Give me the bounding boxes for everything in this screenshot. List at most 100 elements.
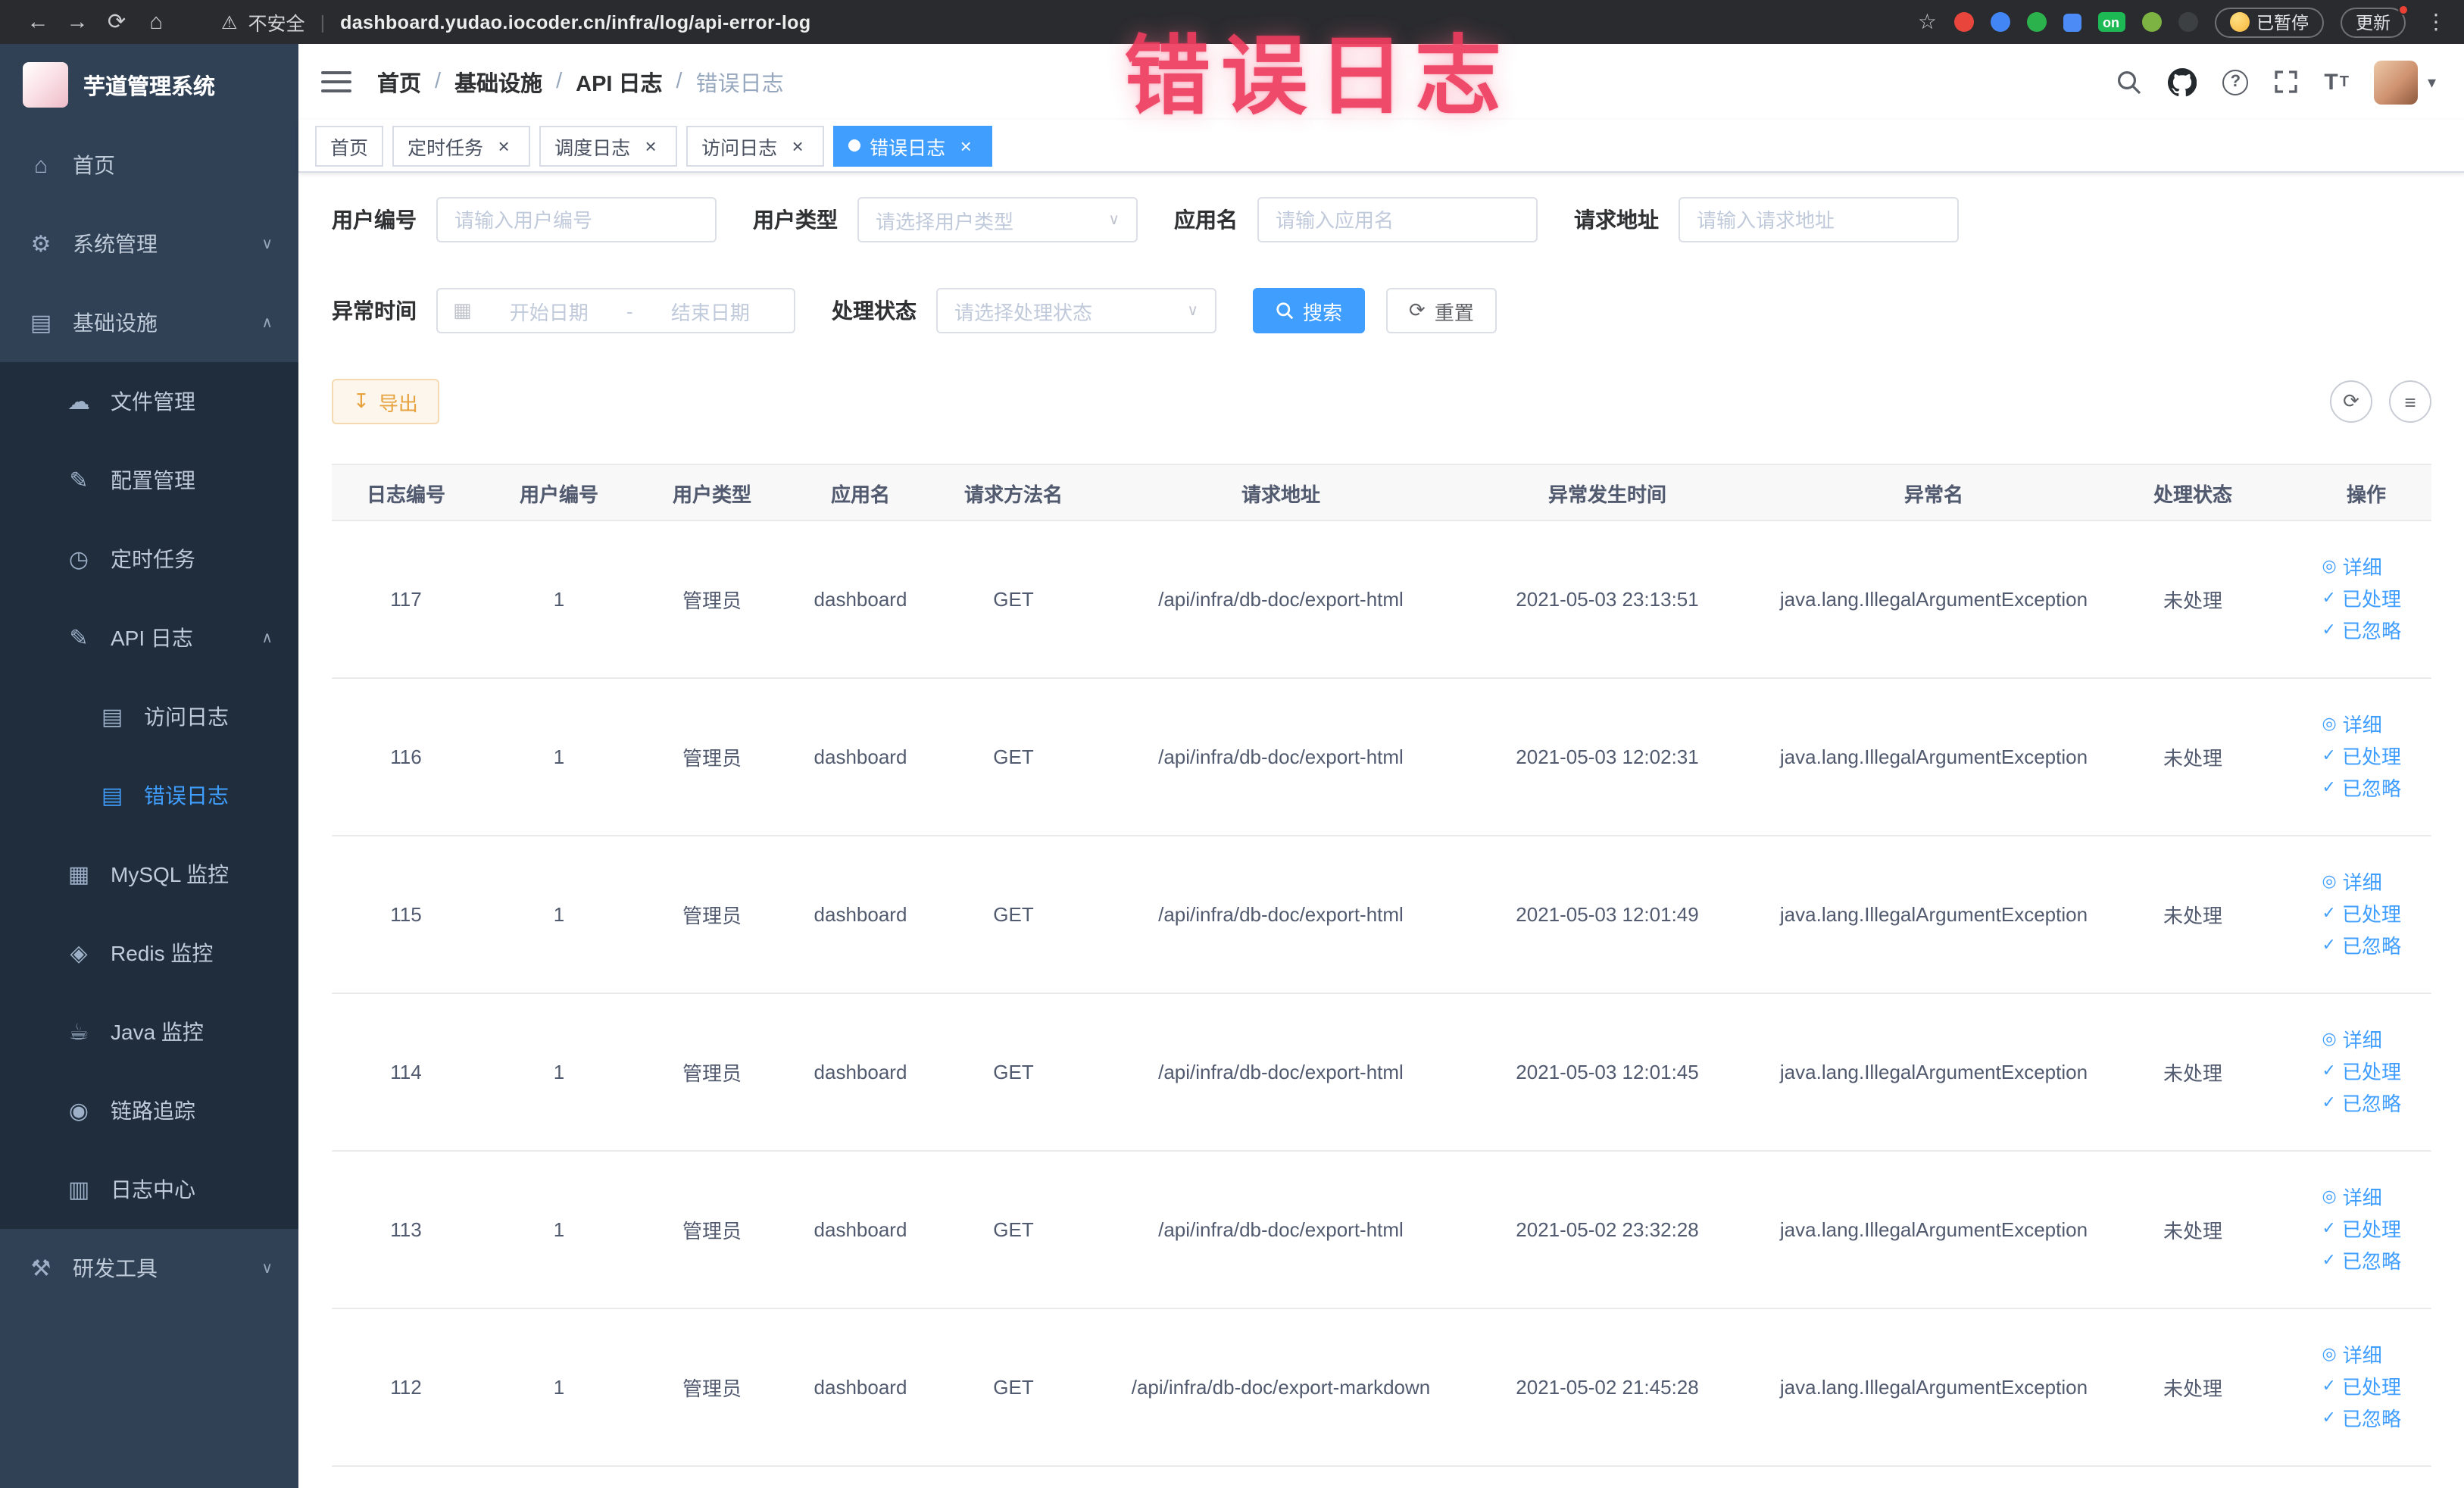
timer-icon: ◷	[68, 547, 89, 573]
extension-icon[interactable]	[1953, 12, 1973, 32]
tab-job-log[interactable]: 调度日志 ×	[539, 125, 678, 166]
update-button[interactable]: 更新	[2341, 4, 2409, 37]
sidebar-item-home[interactable]: ⌂ 首页	[0, 126, 298, 205]
search-button[interactable]: 搜索	[1253, 288, 1366, 333]
filter-process-status: 处理状态 请选择处理状态 ∨	[832, 288, 1216, 333]
tab-error-log[interactable]: 错误日志 ×	[833, 125, 993, 166]
action-processed-link[interactable]: ✓ 已处理	[2322, 1371, 2401, 1403]
column-header: 应用名	[786, 464, 935, 521]
browser-menu-icon[interactable]: ⋮	[2425, 9, 2447, 35]
sidebar-item-error-log[interactable]: ▤ 错误日志	[0, 756, 298, 835]
sidebar-item-config[interactable]: ✎ 配置管理	[0, 441, 298, 520]
cell-exception: java.lang.IllegalArgumentException	[1745, 520, 2122, 679]
sidebar-menu: ⌂ 首页 ⚙ 系统管理 ∨ ▤ 基础设施 ∧ ☁ 文件管理 ✎ 配置管理 ◷ 定时任务 ✎ API 日志 ∧ ▤ 访…	[0, 126, 298, 1308]
action-detail-link[interactable]: ◎ 详细	[2322, 1340, 2401, 1371]
action-ignore-link[interactable]: ✓ 已忽略	[2322, 1246, 2401, 1277]
help-icon[interactable]: ?	[2222, 69, 2249, 95]
action-ignore-link[interactable]: ✓ 已忽略	[2322, 1088, 2401, 1120]
action-ignore-link[interactable]: ✓ 已忽略	[2322, 1403, 2401, 1435]
action-processed-link[interactable]: ✓ 已处理	[2322, 1056, 2401, 1088]
action-ignore-link[interactable]: ✓ 已忽略	[2322, 615, 2401, 647]
font-size-icon[interactable]: TT	[2324, 69, 2349, 95]
tab-close-icon[interactable]: ×	[786, 134, 809, 157]
action-processed-link[interactable]: ✓ 已处理	[2322, 1214, 2401, 1246]
url-text: dashboard.yudao.iocoder.cn/infra/log/api…	[340, 11, 811, 33]
cell-user-type: 管理员	[638, 836, 786, 994]
column-settings-button[interactable]: ≡	[2389, 380, 2431, 423]
extension-icon[interactable]	[2063, 13, 2081, 31]
exception-time-range-picker[interactable]: ▦ 开始日期 - 结束日期	[436, 288, 795, 333]
cell-user-id: 1	[480, 1308, 638, 1467]
tab-access-log[interactable]: 访问日志 ×	[686, 125, 825, 166]
breadcrumb-item[interactable]: 首页	[377, 66, 421, 98]
sidebar-item-mysql[interactable]: ▦ MySQL 监控	[0, 835, 298, 914]
bookmark-star-icon[interactable]: ☆	[1918, 9, 1937, 35]
sidebar-item-redis[interactable]: ◈ Redis 监控	[0, 914, 298, 993]
sidebar-item-java[interactable]: ☕ Java 监控	[0, 993, 298, 1071]
action-ignore-link[interactable]: ✓ 已忽略	[2322, 773, 2401, 805]
hamburger-icon[interactable]	[321, 70, 351, 93]
action-detail-link[interactable]: ◎ 详细	[2322, 1182, 2401, 1214]
breadcrumb-item[interactable]: 基础设施	[454, 66, 542, 98]
reload-button[interactable]: ⟳	[97, 10, 136, 34]
browser-chrome: ← → ⟳ ⌂ ⚠ 不安全 | dashboard.yudao.iocoder.…	[0, 0, 2464, 44]
tab-home[interactable]: 首页	[315, 125, 384, 166]
extension-icon[interactable]	[1990, 12, 2010, 32]
app-name-label: 应用名	[1174, 208, 1238, 232]
breadcrumb-item[interactable]: API 日志	[576, 66, 662, 98]
refresh-table-button[interactable]: ⟳	[2330, 380, 2372, 423]
export-button[interactable]: ↧ 导出	[332, 379, 439, 424]
action-detail-link[interactable]: ◎ 详细	[2322, 552, 2401, 583]
sidebar-item-job[interactable]: ◷ 定时任务	[0, 520, 298, 599]
address-bar[interactable]: ⚠ 不安全 | dashboard.yudao.iocoder.cn/infra…	[221, 8, 1900, 36]
forward-button[interactable]: →	[58, 10, 97, 34]
sidebar-item-api-log[interactable]: ✎ API 日志 ∧	[0, 599, 298, 677]
doc-icon: ▤	[101, 783, 123, 809]
cell-method: GET	[935, 1151, 1092, 1309]
filter-user-type: 用户类型 请选择用户类型 ∨	[753, 197, 1138, 242]
column-settings-icon: ≡	[2404, 390, 2416, 413]
user-id-input[interactable]	[436, 197, 717, 242]
fullscreen-icon[interactable]	[2274, 70, 2298, 94]
action-processed-link[interactable]: ✓ 已处理	[2322, 741, 2401, 773]
search-icon[interactable]	[2116, 69, 2142, 95]
reset-button[interactable]: ⟳ 重置	[1386, 288, 1497, 333]
extension-icon[interactable]	[2026, 12, 2046, 32]
action-detail-link[interactable]: ◎ 详细	[2322, 709, 2401, 741]
sidebar-item-access-log[interactable]: ▤ 访问日志	[0, 677, 298, 756]
sidebar-item-dev-tools[interactable]: ⚒ 研发工具 ∨	[0, 1229, 298, 1308]
extension-icon[interactable]	[2178, 12, 2197, 32]
tab-close-icon[interactable]: ×	[639, 134, 662, 157]
action-processed-link[interactable]: ✓ 已处理	[2322, 899, 2401, 930]
app-name-input[interactable]	[1257, 197, 1538, 242]
user-menu[interactable]: ▾	[2374, 60, 2436, 104]
cell-exception: java.lang.IllegalArgumentException	[1745, 1151, 2122, 1309]
process-status-select[interactable]: 请选择处理状态 ∨	[936, 288, 1216, 333]
tab-close-icon[interactable]: ×	[492, 134, 515, 157]
github-icon[interactable]	[2168, 67, 2197, 96]
sidebar-item-system[interactable]: ⚙ 系统管理 ∨	[0, 205, 298, 283]
paused-badge[interactable]: 已暂停	[2214, 7, 2324, 37]
request-url-input[interactable]	[1679, 197, 1959, 242]
action-processed-link[interactable]: ✓ 已处理	[2322, 583, 2401, 615]
app-logo[interactable]: 芋道管理系统	[0, 44, 298, 126]
extension-icon[interactable]	[2141, 12, 2161, 32]
cell-app-name: dashboard	[786, 1151, 935, 1309]
extension-on-badge-icon[interactable]: on	[2097, 12, 2125, 32]
sidebar-item-infra[interactable]: ▤ 基础设施 ∧	[0, 283, 298, 362]
action-detail-link[interactable]: ◎ 详细	[2322, 1024, 2401, 1056]
back-button[interactable]: ←	[18, 10, 58, 34]
tab-close-icon[interactable]: ×	[954, 134, 977, 157]
tab-label: 错误日志	[870, 137, 946, 158]
sidebar-item-trace[interactable]: ◉ 链路追踪	[0, 1071, 298, 1150]
browser-home-button[interactable]: ⌂	[136, 10, 176, 34]
action-ignore-link[interactable]: ✓ 已忽略	[2322, 930, 2401, 962]
check-icon: ✓	[2322, 905, 2336, 923]
sidebar-item-log-center[interactable]: ▥ 日志中心	[0, 1150, 298, 1229]
sidebar-item-file[interactable]: ☁ 文件管理	[0, 362, 298, 441]
security-label: 不安全	[248, 14, 305, 35]
refresh-icon: ⟳	[1409, 299, 1426, 321]
user-type-select[interactable]: 请选择用户类型 ∨	[857, 197, 1138, 242]
action-detail-link[interactable]: ◎ 详细	[2322, 867, 2401, 899]
tab-scheduled-job[interactable]: 定时任务 ×	[392, 125, 531, 166]
